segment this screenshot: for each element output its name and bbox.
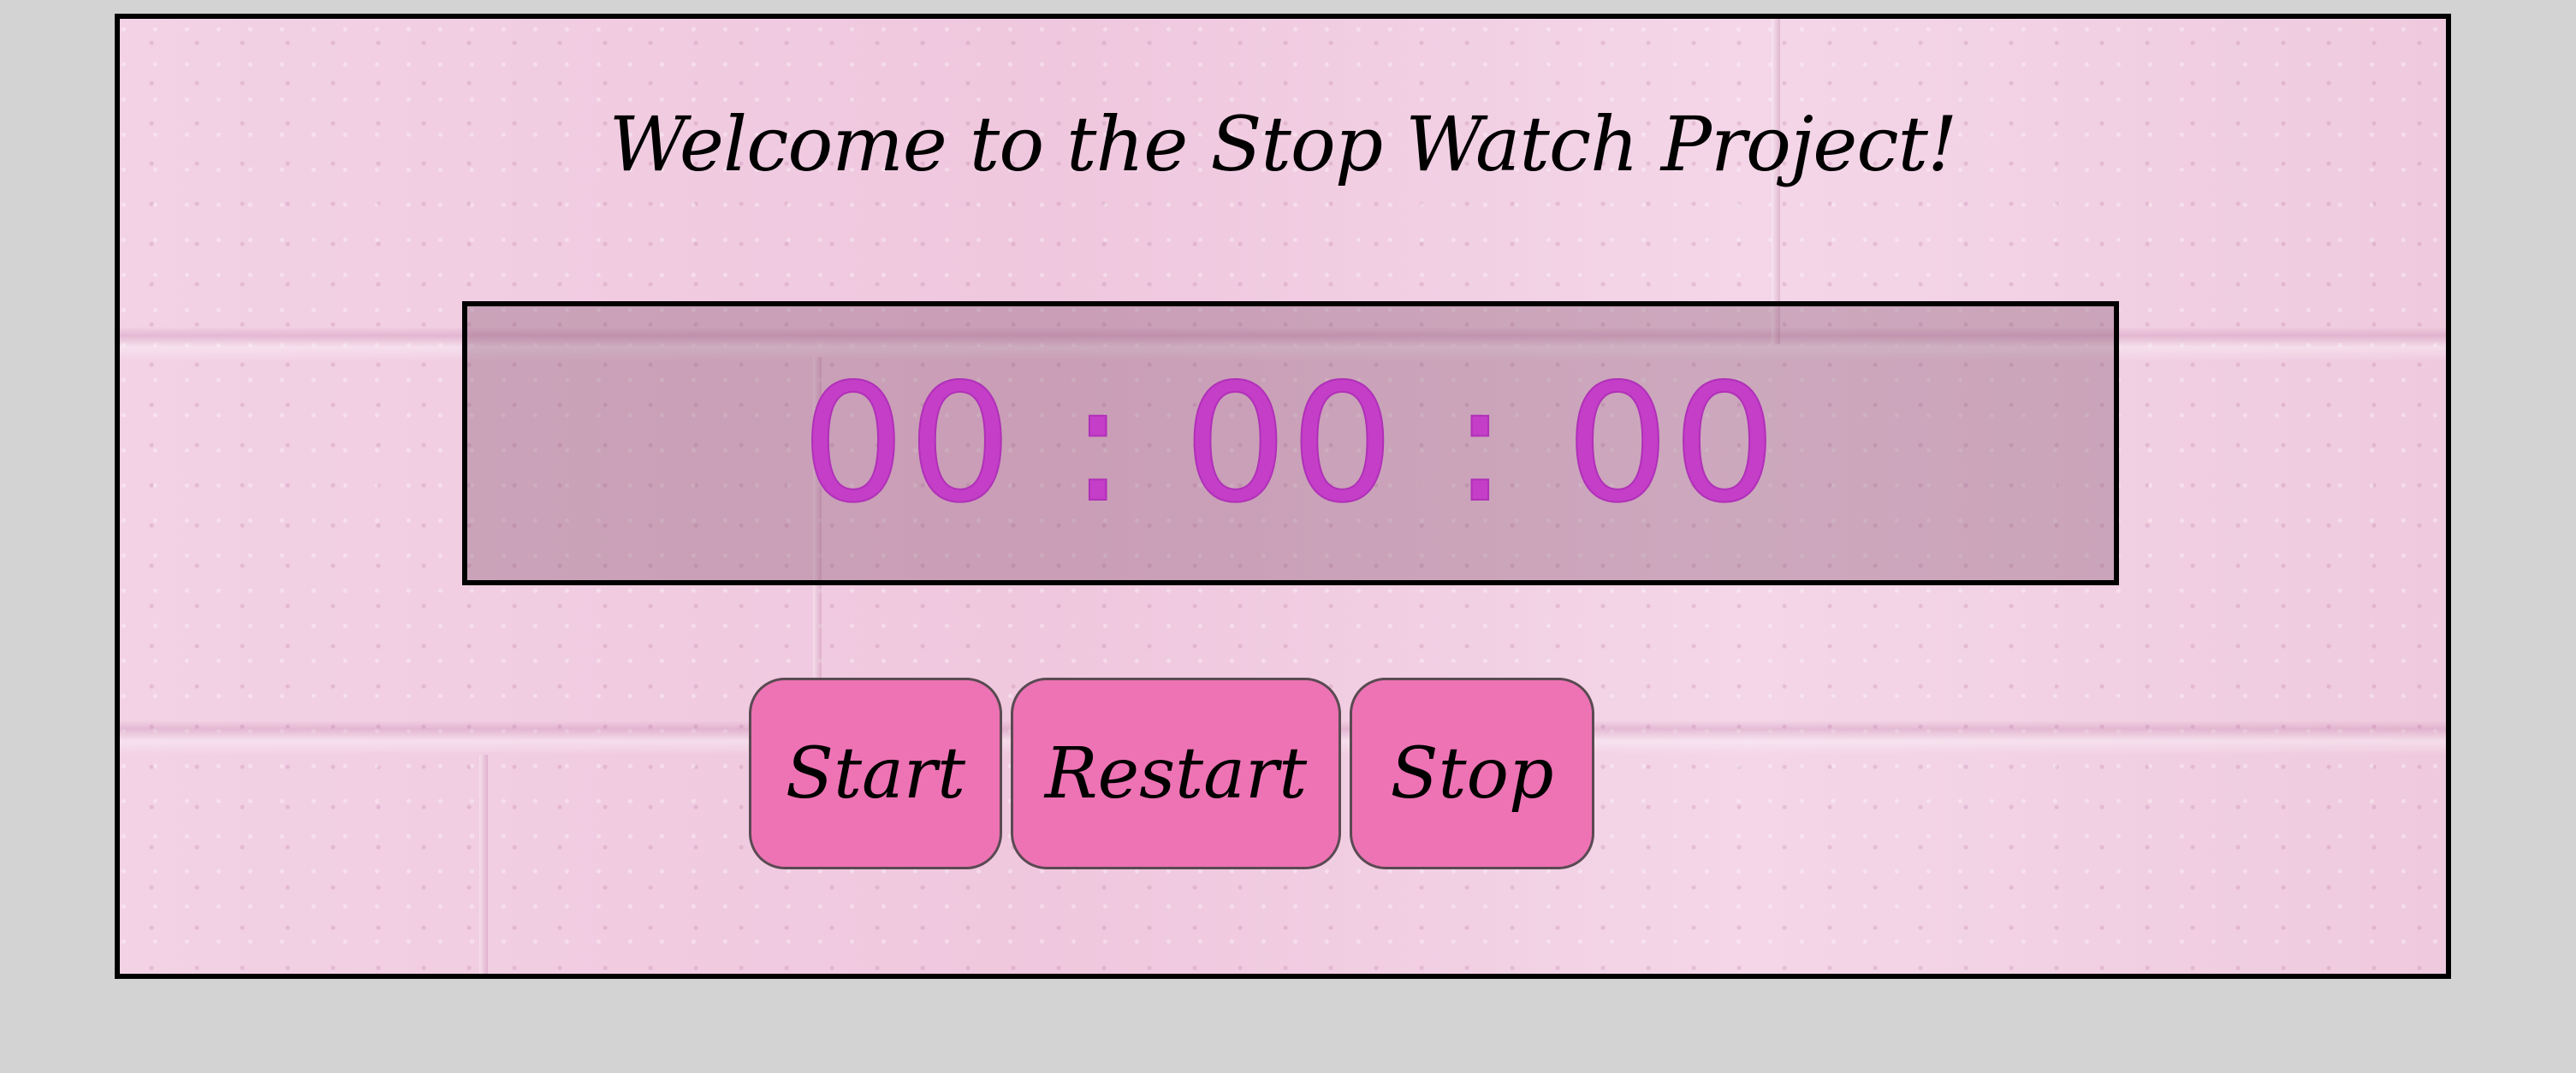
start-button[interactable]: Start <box>749 678 1002 869</box>
control-buttons: Start Restart Stop <box>749 678 1594 869</box>
page-title: Welcome to the Stop Watch Project! <box>608 100 1958 188</box>
stop-button[interactable]: Stop <box>1350 678 1594 869</box>
elapsed-time: 00 : 00 : 00 <box>801 348 1780 539</box>
restart-button[interactable]: Restart <box>1011 678 1341 869</box>
time-display: 00 : 00 : 00 <box>462 301 2119 585</box>
brick-joint <box>479 755 488 974</box>
